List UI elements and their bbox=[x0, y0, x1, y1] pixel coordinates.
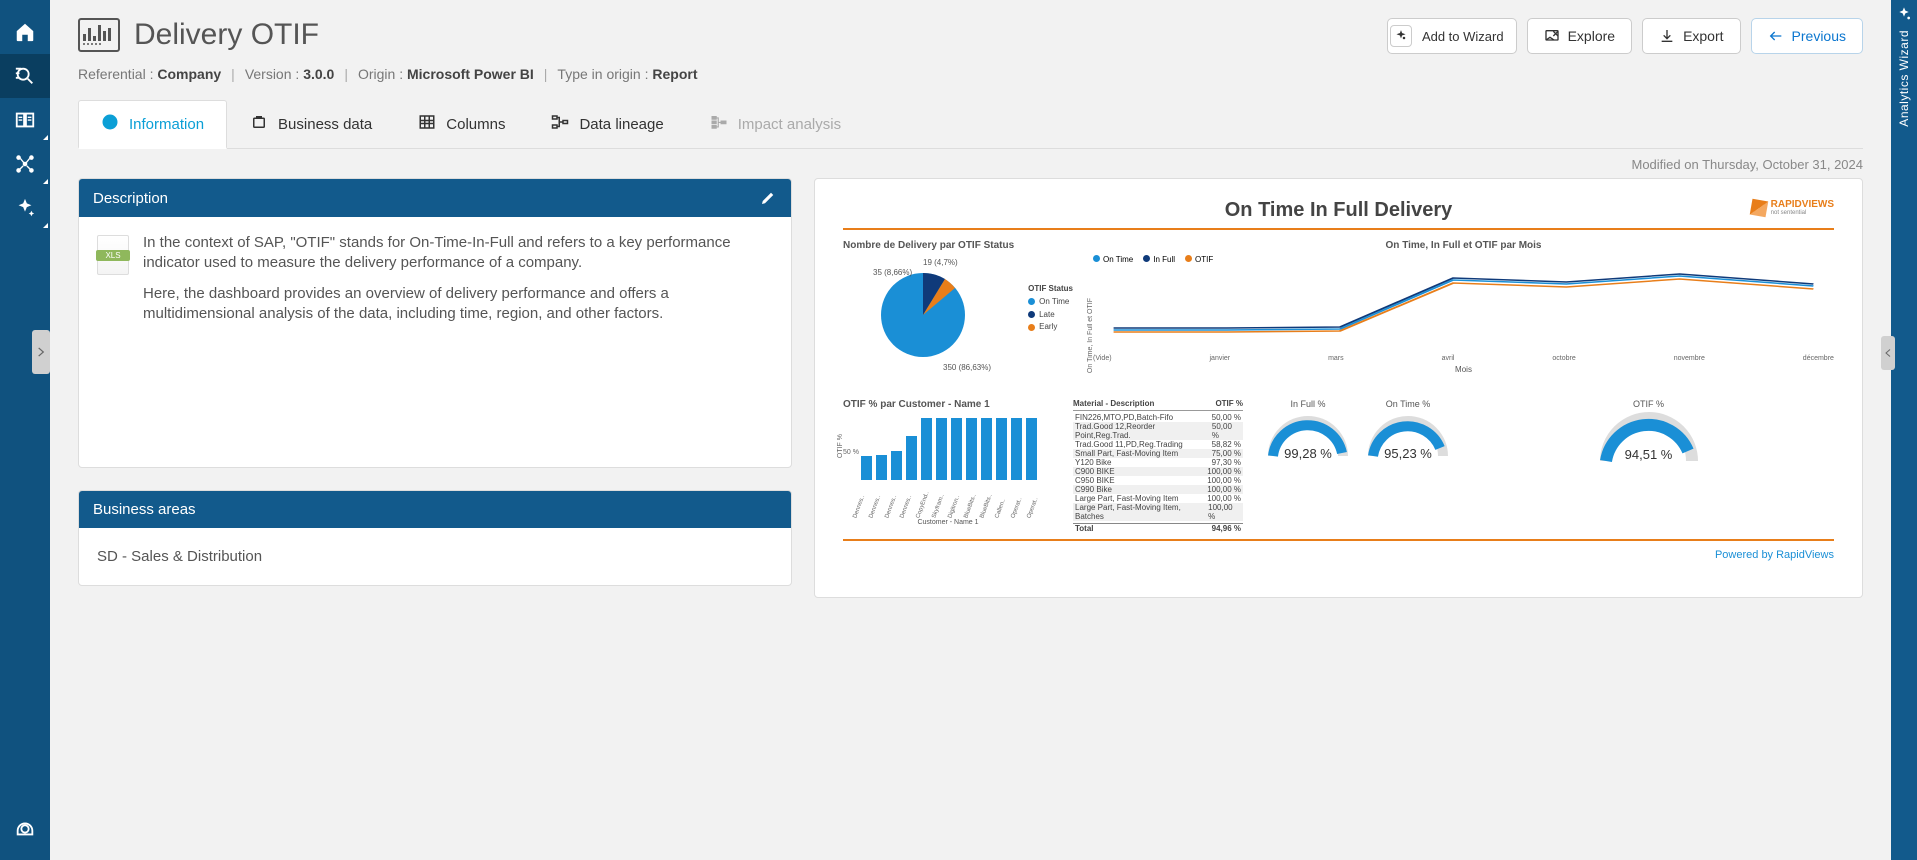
sparkle-icon bbox=[1896, 6, 1912, 22]
table-row: Small Part, Fast-Moving Item75,00 % bbox=[1073, 449, 1243, 458]
table-row: Large Part, Fast-Moving Item, Batches100… bbox=[1073, 503, 1243, 521]
description-p2: Here, the dashboard provides an overview… bbox=[143, 284, 773, 325]
explore-icon bbox=[1544, 28, 1560, 44]
edit-icon[interactable] bbox=[759, 189, 777, 207]
header-actions: Add to Wizard Explore Export Previous bbox=[1387, 18, 1863, 54]
svg-text:350 (86,63%): 350 (86,63%) bbox=[943, 363, 991, 372]
page-meta: Referential : Company| Version : 3.0.0| … bbox=[78, 66, 1863, 82]
sidebar-help[interactable] bbox=[0, 806, 50, 850]
table-row: C990 Bike100,00 % bbox=[1073, 485, 1243, 494]
business-areas-card: Business areas SD - Sales & Distribution bbox=[78, 490, 792, 586]
material-table: Material - DescriptionOTIF % FIN226,MTO,… bbox=[1073, 399, 1243, 533]
main-content: Delivery OTIF Add to Wizard Explore Expo… bbox=[50, 0, 1891, 860]
tab-columns[interactable]: Columns bbox=[395, 100, 528, 148]
table-row: C900 BIKE100,00 % bbox=[1073, 467, 1243, 476]
description-header: Description bbox=[93, 190, 168, 207]
add-to-wizard-button[interactable]: Add to Wizard bbox=[1387, 18, 1517, 54]
report-preview: RAPIDVIEWSnot sentential On Time In Full… bbox=[814, 178, 1863, 598]
table-row: FIN226,MTO,PD,Batch-Fifo50,00 % bbox=[1073, 413, 1243, 422]
page-title: Delivery OTIF bbox=[134, 18, 319, 52]
sidebar-lineage[interactable] bbox=[0, 142, 50, 186]
line-chart: On Time, In Full et OTIF par Mois On Tim… bbox=[1093, 240, 1834, 385]
previous-button[interactable]: Previous bbox=[1751, 18, 1863, 54]
preview-title: On Time In Full Delivery bbox=[843, 199, 1834, 222]
business-areas-header: Business areas bbox=[93, 501, 196, 518]
export-button[interactable]: Export bbox=[1642, 18, 1740, 54]
svg-text:35 (8,66%): 35 (8,66%) bbox=[873, 268, 912, 277]
description-p1: In the context of SAP, "OTIF" stands for… bbox=[143, 233, 773, 274]
analytics-wizard-label: Analytics Wizard bbox=[1897, 30, 1911, 127]
analytics-wizard-panel[interactable]: Analytics Wizard bbox=[1891, 0, 1917, 860]
sidebar-expand-handle[interactable] bbox=[32, 330, 50, 374]
sidebar-ai[interactable] bbox=[0, 186, 50, 230]
table-row: Trad.Good 12,Reorder Point,Reg.Trad.50,0… bbox=[1073, 422, 1243, 440]
report-icon bbox=[78, 18, 120, 52]
table-row: Y120 Bike97,30 % bbox=[1073, 458, 1243, 467]
tab-information[interactable]: Information bbox=[78, 100, 227, 149]
bar-chart: OTIF % par Customer - Name 1 OTIF % 50 % bbox=[843, 399, 1053, 533]
preview-footer[interactable]: Powered by RapidViews bbox=[843, 549, 1834, 561]
rapidviews-logo: RAPIDVIEWSnot sentential bbox=[1751, 199, 1834, 216]
explore-button[interactable]: Explore bbox=[1527, 18, 1632, 54]
description-card: Description In the context of SAP, "OTIF… bbox=[78, 178, 792, 468]
table-row: Large Part, Fast-Moving Item100,00 % bbox=[1073, 494, 1243, 503]
tab-business-data[interactable]: Business data bbox=[227, 100, 395, 148]
svg-text:19 (4,7%): 19 (4,7%) bbox=[923, 258, 958, 267]
table-row: Trad.Good 11,PD,Reg.Trading58,82 % bbox=[1073, 440, 1243, 449]
sidebar-search[interactable] bbox=[0, 54, 50, 98]
arrow-left-icon bbox=[1768, 28, 1784, 44]
sidebar-catalog[interactable] bbox=[0, 98, 50, 142]
xls-icon bbox=[97, 235, 129, 275]
gauges: In Full % 99,28 % On Time % 95,23 % OTIF… bbox=[1263, 399, 1834, 533]
svg-text:50 %: 50 % bbox=[843, 449, 859, 456]
modified-timestamp: Modified on Thursday, October 31, 2024 bbox=[78, 157, 1863, 172]
tab-impact-analysis: Impact analysis bbox=[687, 100, 864, 148]
sidebar-home[interactable] bbox=[0, 10, 50, 54]
table-row: C950 BIKE100,00 % bbox=[1073, 476, 1243, 485]
pie-chart: Nombre de Delivery par OTIF Status 35 (8… bbox=[843, 240, 1063, 385]
download-icon bbox=[1659, 28, 1675, 44]
tabs: Information Business data Columns Data l… bbox=[78, 100, 1863, 149]
sidebar-left bbox=[0, 0, 50, 860]
tab-data-lineage[interactable]: Data lineage bbox=[528, 100, 686, 148]
business-areas-value: SD - Sales & Distribution bbox=[97, 548, 262, 565]
